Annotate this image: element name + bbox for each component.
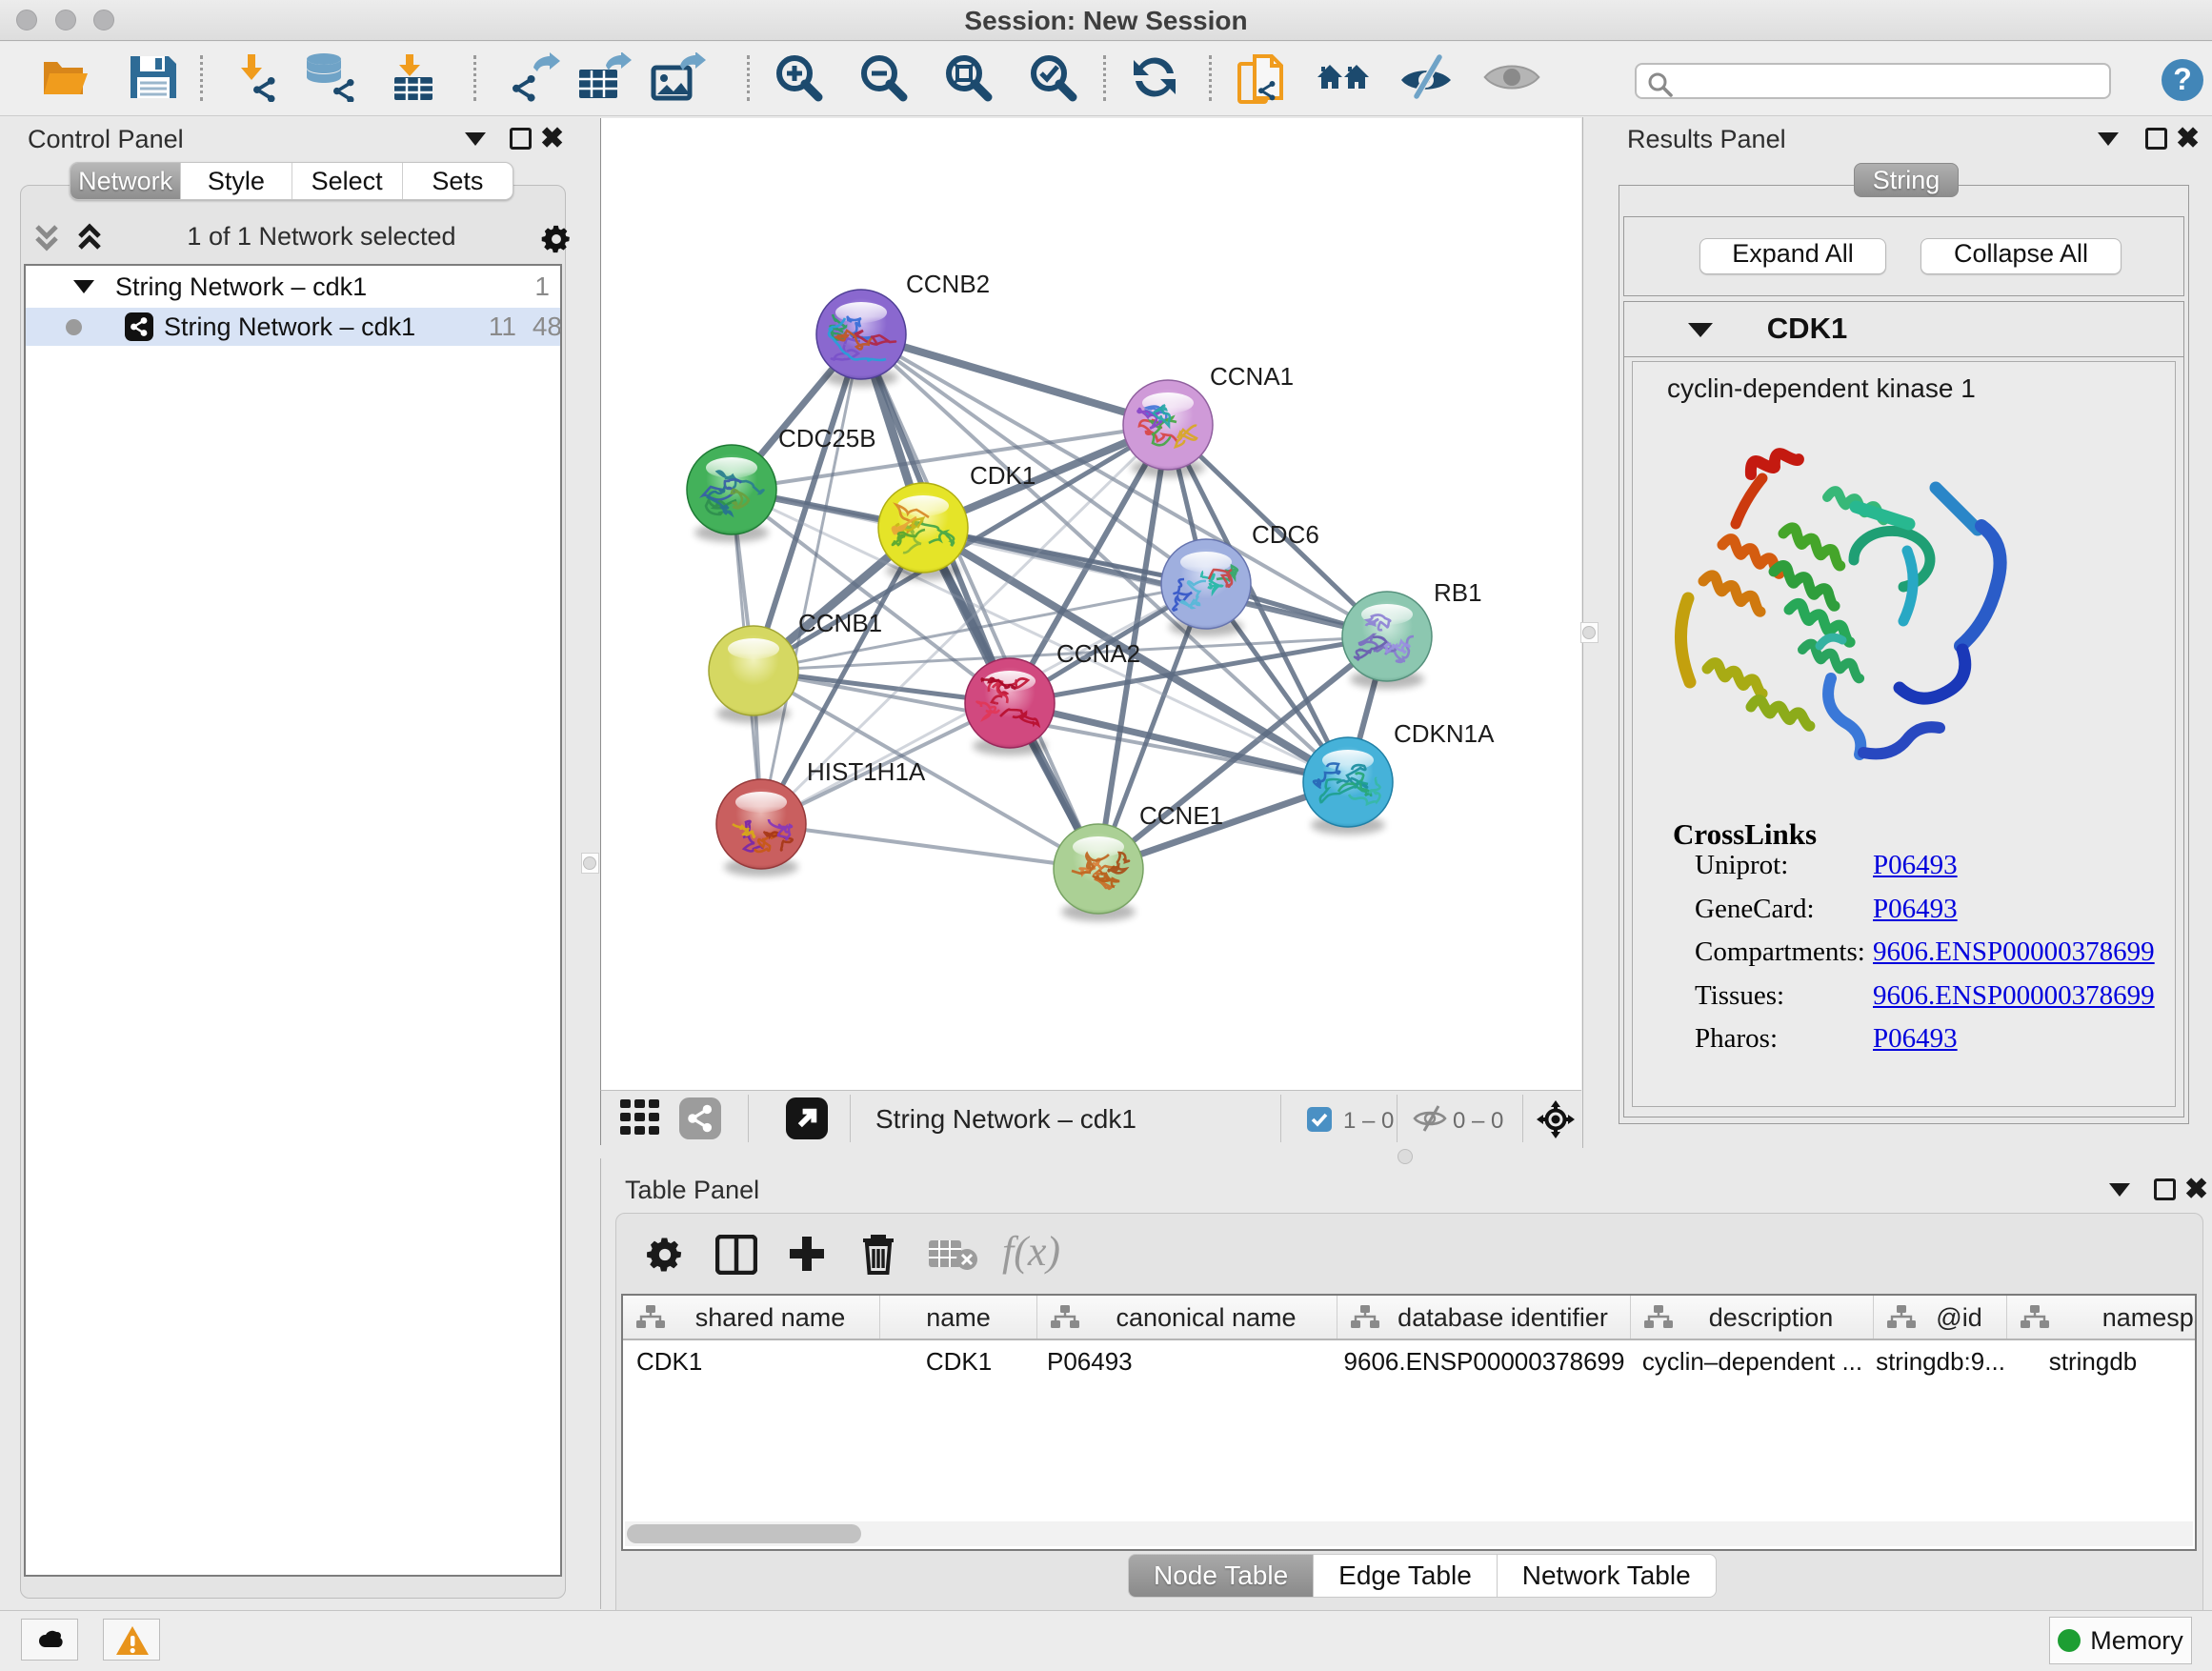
- svg-text:CDC6: CDC6: [1252, 520, 1319, 549]
- svg-text:CDKN1A: CDKN1A: [1394, 719, 1495, 748]
- svg-text:?: ?: [2173, 62, 2192, 96]
- svg-text:CCNB1: CCNB1: [798, 609, 882, 637]
- svg-text:CDC25B: CDC25B: [778, 424, 876, 453]
- svg-text:CCNA2: CCNA2: [1056, 639, 1140, 668]
- svg-text:CCNE1: CCNE1: [1139, 801, 1223, 830]
- svg-text:HIST1H1A: HIST1H1A: [807, 757, 926, 786]
- svg-text:CCNA1: CCNA1: [1210, 362, 1294, 391]
- svg-text:CDK1: CDK1: [970, 461, 1036, 490]
- svg-text:CCNB2: CCNB2: [906, 270, 990, 298]
- svg-text:RB1: RB1: [1434, 578, 1482, 607]
